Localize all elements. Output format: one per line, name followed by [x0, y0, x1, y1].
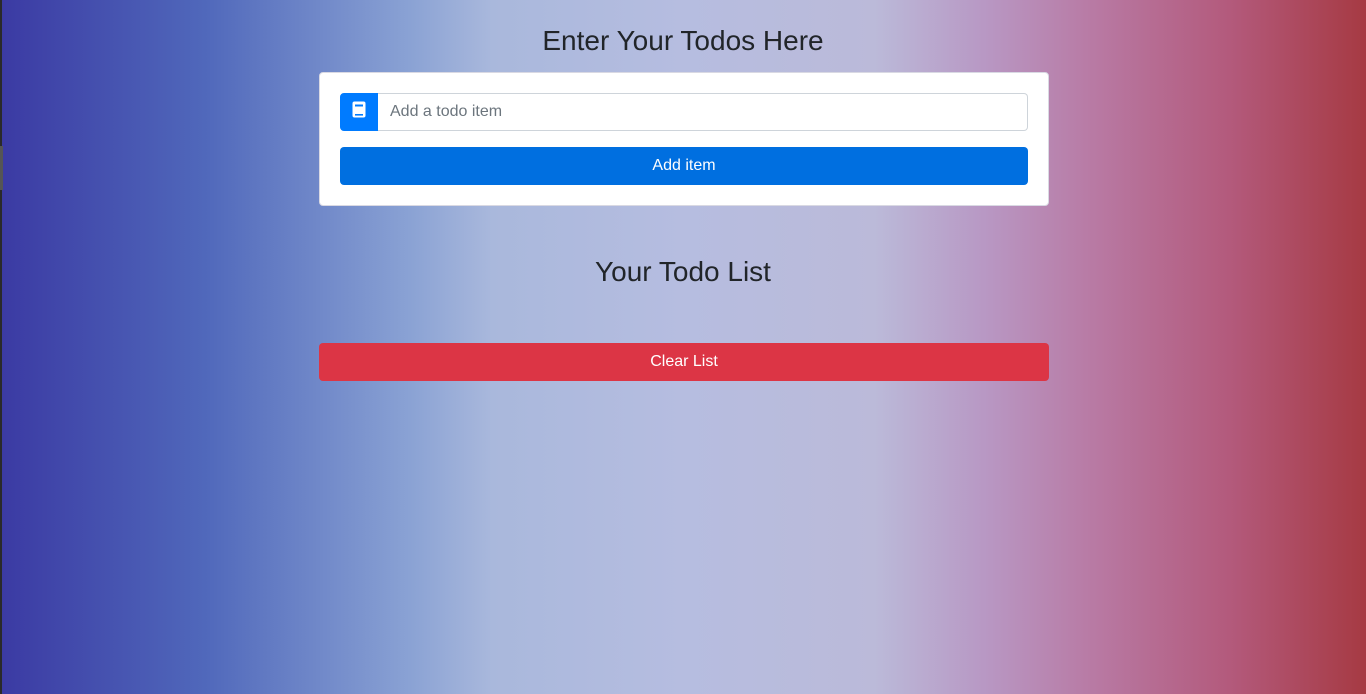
todo-input-group — [340, 93, 1028, 131]
todo-input[interactable] — [378, 93, 1028, 131]
page-title: Enter Your Todos Here — [542, 25, 824, 56]
add-item-button[interactable]: Add item — [340, 147, 1028, 185]
window-left-edge — [0, 0, 2, 694]
clear-list-button[interactable]: Clear List — [319, 343, 1049, 381]
todo-list-title: Your Todo List — [595, 256, 771, 287]
book-icon — [352, 101, 366, 123]
todo-form-card: Add item — [319, 72, 1049, 206]
input-prepend — [340, 93, 378, 131]
window-edge-tab — [0, 146, 3, 190]
